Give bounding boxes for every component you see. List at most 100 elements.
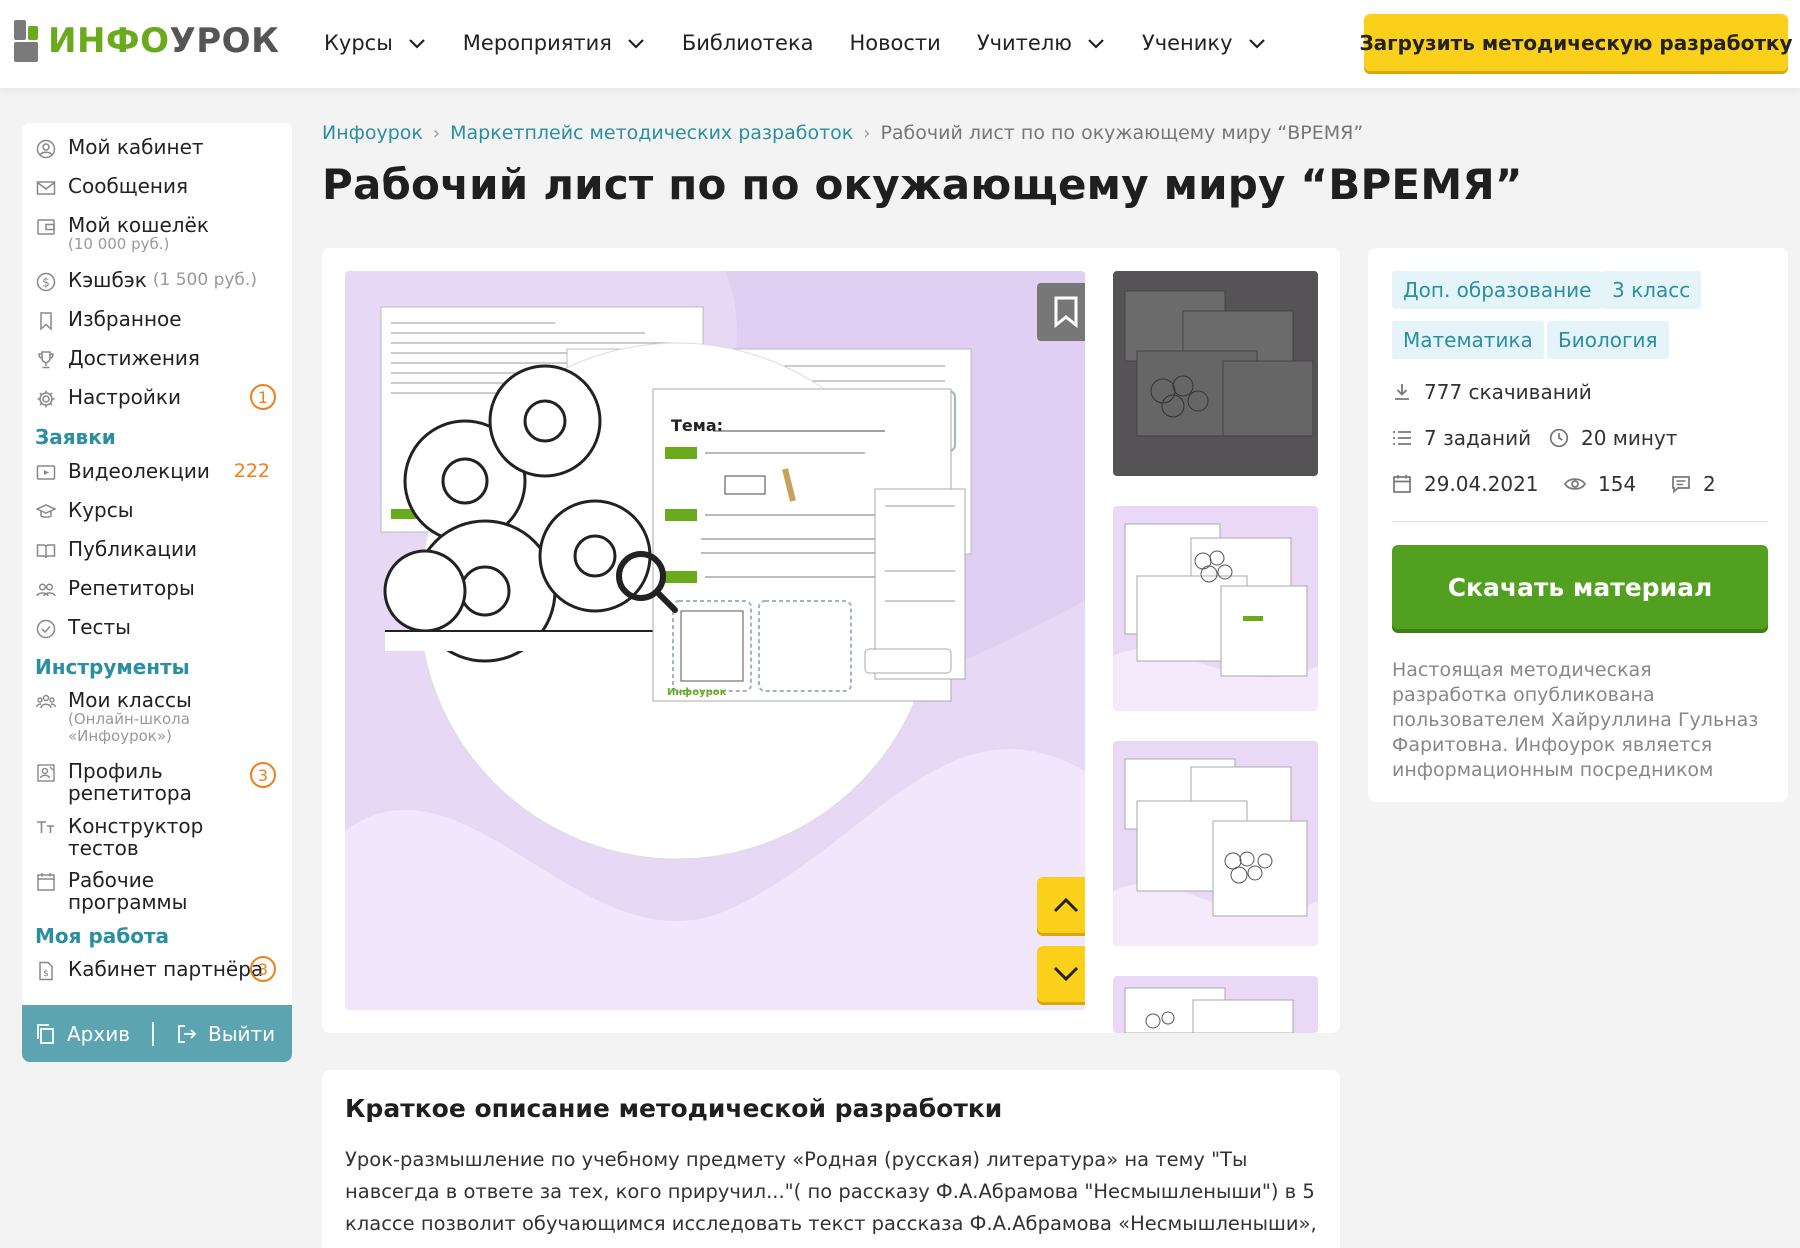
download-icon — [1395, 384, 1409, 400]
tag-grade[interactable]: 3 класс — [1601, 271, 1702, 309]
publisher-note: Настоящая методическая разработка опубли… — [1392, 659, 1759, 781]
logo-text-info: ИНФО — [48, 21, 170, 61]
bookmark-icon — [40, 312, 52, 331]
thumbnail-1[interactable] — [1113, 271, 1318, 476]
graduation-cap-icon — [36, 504, 56, 518]
chevron-right-icon: › — [432, 122, 441, 144]
chevron-down-icon — [1088, 39, 1104, 49]
thumbnail-3[interactable] — [1113, 741, 1318, 946]
publication-date: 29.04.2021 — [1392, 472, 1539, 496]
sidebar-item-messages[interactable]: Сообщения — [36, 175, 286, 198]
sidebar-item-courses[interactable]: Курсы — [36, 499, 286, 522]
scroll-down-button[interactable] — [1037, 946, 1085, 1002]
sidebar-item-wallet[interactable]: Мой кошелёк (10 000 руб.) — [36, 214, 286, 253]
sidebar-item-achievements[interactable]: Достижения — [36, 347, 286, 370]
chevron-down-icon — [1053, 966, 1079, 982]
description-card: Краткое описание методической разработки… — [322, 1070, 1340, 1248]
thumbnail-illustration — [1113, 758, 1318, 946]
dollar-icon: $ — [36, 272, 56, 292]
breadcrumb-current: Рабочий лист по по окужающему миру “ВРЕМ… — [880, 122, 1364, 144]
archive-button[interactable]: Архив — [35, 1022, 130, 1046]
logo-text-urok: УРОК — [169, 21, 280, 61]
sidebar-item-my-classes[interactable]: Мои классы (Онлайн-школа «Инфоурок») — [36, 689, 286, 745]
thumbnail-2[interactable] — [1113, 506, 1318, 711]
calendar-icon — [1393, 475, 1411, 493]
wallet-balance: (10 000 руб.) — [68, 235, 170, 253]
upload-material-button[interactable]: Загрузить методическую разработку — [1359, 14, 1793, 71]
nav-teacher[interactable]: Учителю — [977, 31, 1106, 55]
settings-badge: 1 — [250, 384, 276, 410]
sidebar-item-tutors[interactable]: Репетиторы — [36, 577, 286, 600]
user-icon — [36, 139, 56, 159]
nav-student[interactable]: Ученику — [1142, 31, 1267, 55]
sidebar-item-partner-cabinet[interactable]: $ Кабинет партнёра 3 — [36, 956, 286, 982]
partner-cabinet-badge: 3 — [250, 956, 276, 982]
people-icon — [36, 583, 56, 597]
footer-separator — [152, 1021, 154, 1046]
sidebar-item-test-constructor[interactable]: Конструктор тестов — [36, 815, 286, 859]
main-nav: Курсы Мероприятия Библиотека Новости Учи… — [324, 26, 1303, 60]
sidebar-item-tutor-profile[interactable]: Профиль репетитора 3 — [36, 760, 286, 804]
sidebar-item-settings[interactable]: Настройки 1 — [36, 384, 286, 410]
bookmark-icon — [1054, 296, 1078, 328]
section-title-my-work: Моя работа — [35, 924, 170, 948]
description-text: Урок-размышление по учебному предмету «Р… — [345, 1148, 1317, 1248]
thumbnail-4[interactable] — [1113, 976, 1318, 1033]
tag-additional-education[interactable]: Доп. образование — [1392, 271, 1603, 309]
nav-library[interactable]: Библиотека — [682, 31, 814, 55]
nav-events[interactable]: Мероприятия — [463, 31, 646, 55]
page-title: Рабочий лист по по окужающему миру “ВРЕМ… — [322, 160, 1523, 209]
breadcrumb-home[interactable]: Инфоурок — [322, 122, 423, 144]
sidebar-item-tests[interactable]: Тесты — [36, 616, 286, 639]
nav-news[interactable]: Новости — [850, 31, 941, 55]
book-icon — [36, 544, 56, 559]
tag-biology[interactable]: Биология — [1547, 321, 1669, 359]
tutor-profile-badge: 3 — [250, 762, 276, 788]
calendar-icon — [37, 873, 55, 891]
videolectures-count: 222 — [233, 460, 270, 482]
description-title: Краткое описание методической разработки — [345, 1094, 1003, 1123]
breadcrumb: Инфоурок › Маркетплейс методических разр… — [322, 122, 1363, 144]
sidebar-item-work-programs[interactable]: Рабочие программы — [36, 869, 286, 913]
document-dollar-icon: $ — [39, 961, 53, 981]
envelope-icon — [36, 181, 56, 195]
tag-math[interactable]: Математика — [1392, 321, 1544, 359]
breadcrumb-marketplace[interactable]: Маркетплейс методических разработок — [450, 122, 853, 144]
sidebar-item-cabinet[interactable]: Мой кабинет — [36, 136, 286, 159]
material-info-card: Доп. образование 3 класс Математика Биол… — [1368, 248, 1788, 802]
duration: 20 минут — [1549, 426, 1677, 450]
sidebar-item-publications[interactable]: Публикации — [36, 538, 286, 561]
check-circle-icon — [36, 619, 56, 639]
scroll-up-button[interactable] — [1037, 877, 1085, 933]
tasks-count: 7 заданий — [1392, 426, 1531, 450]
video-icon — [36, 465, 56, 480]
copy-icon — [37, 1023, 54, 1044]
chevron-right-icon: › — [863, 122, 871, 144]
tutor-profile-icon — [37, 764, 55, 782]
worksheet-logo-text: Инфоурок — [667, 686, 727, 698]
sidebar-item-videolectures[interactable]: Видеолекции 222 — [36, 460, 286, 483]
sidebar-footer: Архив Выйти — [22, 1005, 292, 1062]
bookmark-button[interactable] — [1037, 283, 1085, 341]
comments-count: 2 — [1671, 472, 1716, 496]
top-header: ИНФОУРОК Курсы Мероприятия Библиотека Но… — [0, 0, 1800, 88]
infourok-logo[interactable]: ИНФОУРОК — [14, 18, 279, 64]
sidebar: Мой кабинет Сообщения Мой кошелёк (10 00… — [22, 123, 292, 1062]
section-title-requests: Заявки — [35, 425, 116, 449]
svg-text:$: $ — [43, 969, 49, 979]
sidebar-item-cashback[interactable]: $ Кэшбэк (1 500 руб.) — [36, 269, 286, 292]
download-material-button[interactable]: Скачать материал — [1392, 545, 1768, 629]
class-icon — [36, 694, 56, 709]
nav-courses[interactable]: Курсы — [324, 31, 427, 55]
sidebar-item-favorites[interactable]: Избранное — [36, 308, 286, 331]
info-divider — [1392, 521, 1768, 522]
preview-image[interactable]: Тема: Инфоурок — [345, 271, 1085, 1010]
thumbnail-illustration — [1124, 290, 1314, 437]
logout-button[interactable]: Выйти — [176, 1022, 275, 1046]
logo-mark-icon — [14, 20, 42, 62]
worksheet-topic-label: Тема: — [671, 416, 723, 435]
trophy-icon — [38, 351, 54, 369]
comment-icon — [1672, 476, 1690, 494]
logout-icon — [178, 1024, 197, 1043]
preview-card: Тема: Инфоурок — [322, 248, 1340, 1033]
